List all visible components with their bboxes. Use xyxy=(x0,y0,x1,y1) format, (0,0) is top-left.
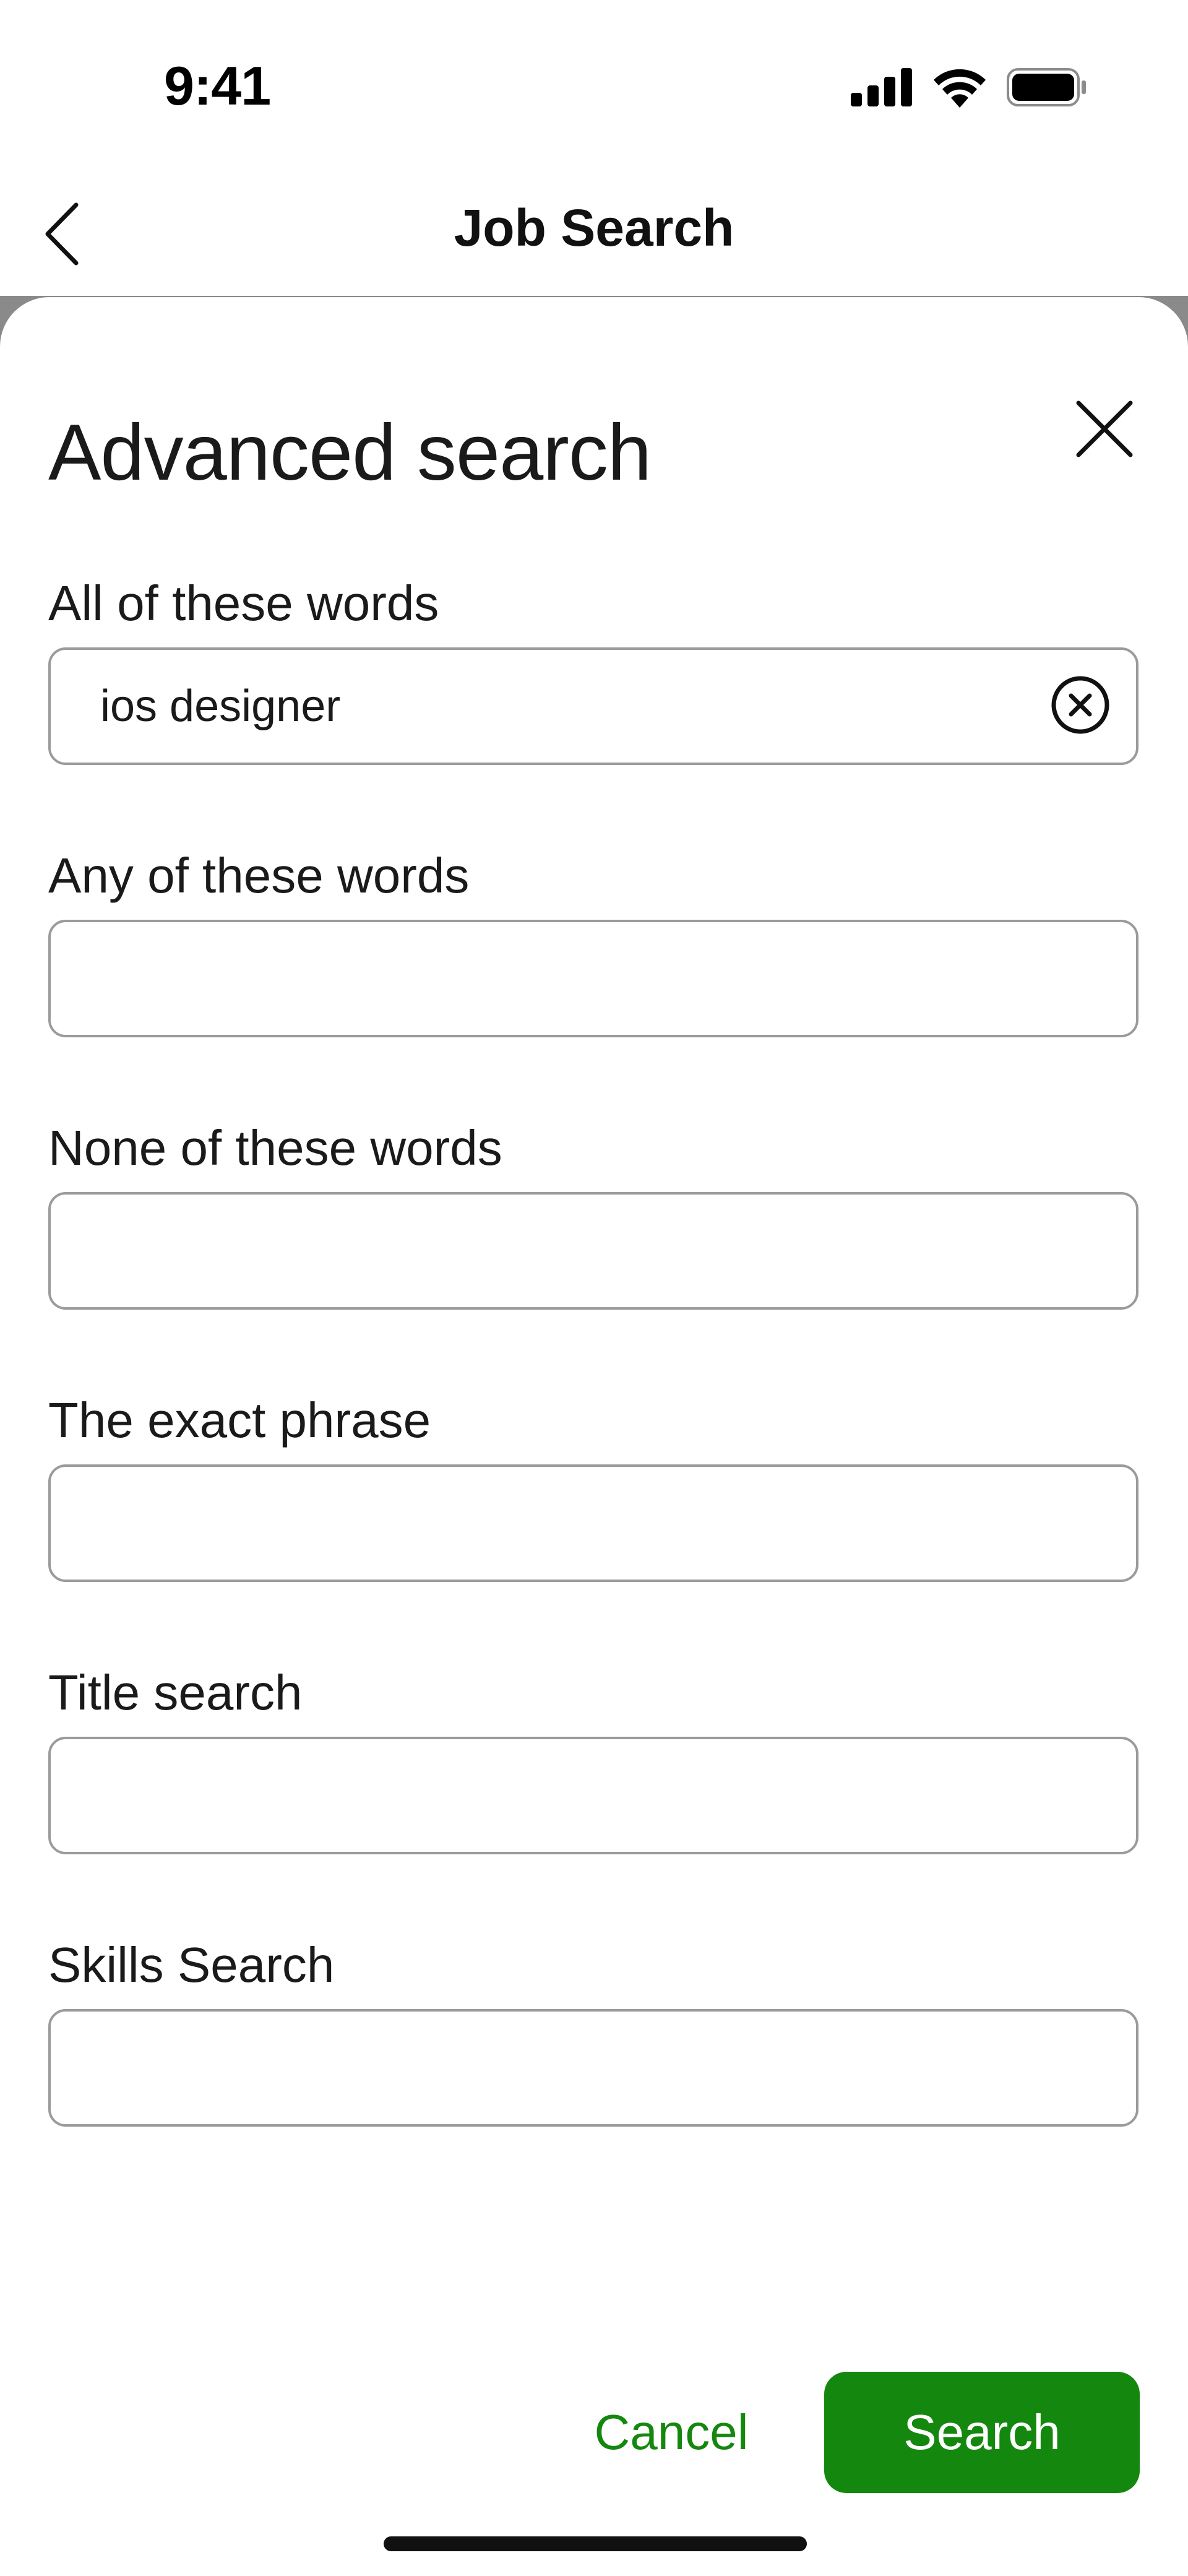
close-icon xyxy=(1075,399,1134,462)
field-label: The exact phrase xyxy=(48,1393,431,1448)
nav-title: Job Search xyxy=(454,199,734,257)
skills-search-input[interactable] xyxy=(51,2012,1041,2124)
cellular-signal-icon xyxy=(851,68,913,110)
field-skills-search: Skills Search xyxy=(48,1931,1138,2127)
cancel-button[interactable]: Cancel xyxy=(557,2372,786,2493)
none-words-input[interactable] xyxy=(51,1195,1041,1307)
battery-icon xyxy=(1007,68,1087,110)
any-words-input[interactable] xyxy=(51,922,1041,1035)
field-label: None of these words xyxy=(48,1120,502,1175)
field-any-words: Any of these words xyxy=(48,842,1138,1037)
field-label: Any of these words xyxy=(48,848,470,903)
field-label: Skills Search xyxy=(48,1937,335,1992)
field-box xyxy=(48,2009,1138,2127)
field-all-words: All of these words xyxy=(48,569,1138,765)
exact-phrase-input[interactable] xyxy=(51,1467,1041,1580)
title-search-input[interactable] xyxy=(51,1739,1041,1852)
sheet-title: Advanced search xyxy=(48,408,652,497)
field-exact-phrase: The exact phrase xyxy=(48,1386,1138,1582)
status-icons xyxy=(851,67,1087,111)
field-label: All of these words xyxy=(48,576,439,631)
field-label: Title search xyxy=(48,1665,303,1720)
all-words-input[interactable] xyxy=(51,650,1041,763)
wifi-icon xyxy=(931,67,988,111)
field-box xyxy=(48,920,1138,1037)
status-bar: 9:41 xyxy=(0,0,1188,173)
close-button[interactable] xyxy=(1064,390,1145,470)
field-box xyxy=(48,647,1138,765)
clear-button[interactable] xyxy=(1049,675,1111,737)
field-box xyxy=(48,1192,1138,1310)
field-none-words: None of these words xyxy=(48,1114,1138,1310)
status-time: 9:41 xyxy=(164,55,271,116)
advanced-search-sheet: Advanced search All of these words Any xyxy=(0,297,1188,2576)
field-box xyxy=(48,1464,1138,1582)
field-box xyxy=(48,1737,1138,1854)
clear-circle-icon xyxy=(1051,675,1110,738)
footer-actions: Cancel Search xyxy=(0,2372,1188,2496)
field-title-search: Title search xyxy=(48,1659,1138,1854)
nav-bar: Job Search xyxy=(0,173,1188,297)
search-button[interactable]: Search xyxy=(824,2372,1140,2493)
home-indicator xyxy=(384,2536,807,2551)
